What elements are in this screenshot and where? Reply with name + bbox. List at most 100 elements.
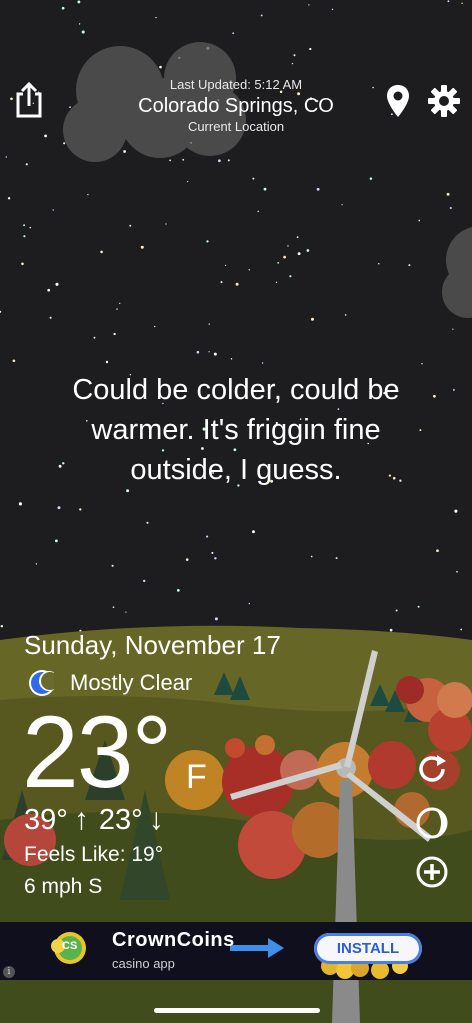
star	[185, 558, 189, 561]
star	[460, 628, 463, 631]
moon-phase-icon	[416, 807, 448, 839]
star	[206, 240, 209, 243]
star	[211, 551, 214, 554]
star	[218, 159, 221, 163]
star	[316, 187, 320, 191]
ad-title[interactable]: CrownCoins	[112, 929, 235, 952]
star	[283, 255, 286, 259]
star	[125, 611, 127, 613]
star	[232, 32, 235, 35]
star	[452, 388, 455, 391]
install-button[interactable]: INSTALL	[314, 933, 422, 964]
star	[159, 65, 162, 69]
crescent-moon-icon	[29, 670, 54, 696]
star	[146, 521, 149, 524]
ad-subtitle: casino app	[112, 956, 175, 971]
star	[208, 323, 210, 325]
star	[220, 281, 223, 284]
star	[206, 535, 209, 538]
star	[275, 281, 278, 283]
star	[105, 360, 109, 364]
star	[452, 328, 454, 330]
star	[100, 250, 103, 254]
star	[230, 358, 233, 360]
star	[113, 332, 116, 336]
weather-quote: Could be colder, could be warmer. It's f…	[30, 370, 442, 490]
settings-button[interactable]	[428, 85, 460, 117]
star	[176, 589, 180, 592]
home-indicator[interactable]	[154, 1008, 320, 1013]
star	[47, 288, 51, 292]
star	[248, 602, 250, 605]
refresh-button[interactable]	[415, 752, 449, 786]
current-location-label: Current Location	[187, 119, 285, 134]
star	[54, 539, 58, 543]
star	[395, 609, 398, 612]
star	[257, 210, 259, 213]
star	[389, 628, 393, 632]
star	[61, 6, 65, 10]
star	[123, 150, 126, 153]
star	[182, 158, 185, 161]
star	[23, 235, 26, 238]
star	[87, 193, 89, 196]
star	[0, 624, 4, 628]
star	[248, 269, 251, 271]
star	[263, 187, 267, 191]
wind-speed: 6 mph S	[24, 875, 103, 898]
star	[140, 245, 144, 249]
star	[331, 8, 334, 11]
star	[252, 177, 255, 180]
star	[296, 236, 299, 239]
add-location-button[interactable]	[415, 855, 449, 889]
star	[77, 0, 81, 4]
condition-text: Mostly Clear	[70, 670, 193, 695]
gear-icon	[428, 85, 460, 117]
star	[81, 30, 85, 34]
high-temp: 39°	[24, 803, 68, 836]
star	[421, 363, 423, 365]
star	[63, 142, 66, 145]
star	[309, 47, 312, 51]
star	[310, 555, 313, 558]
star	[29, 226, 32, 229]
temperature-unit[interactable]: F	[186, 758, 207, 797]
star	[449, 206, 452, 210]
star	[7, 197, 11, 200]
current-temperature: 23°	[22, 695, 172, 809]
star	[155, 16, 157, 19]
moon-phase-button[interactable]	[415, 806, 449, 840]
star	[227, 159, 230, 162]
star	[111, 564, 114, 567]
star	[369, 177, 373, 180]
star	[25, 163, 28, 166]
ad-info-icon[interactable]: i	[3, 966, 15, 978]
star	[119, 302, 121, 305]
star	[378, 263, 380, 265]
star	[143, 579, 146, 583]
star	[277, 262, 280, 264]
star	[310, 317, 315, 321]
star	[129, 224, 132, 227]
star	[418, 219, 421, 222]
refresh-icon	[419, 755, 446, 782]
star	[291, 62, 294, 65]
star	[154, 325, 156, 328]
up-arrow-icon: ↑	[73, 803, 89, 836]
star	[297, 252, 301, 256]
star	[408, 264, 411, 267]
star	[116, 308, 118, 310]
condition-row: Mostly Clear	[28, 668, 192, 698]
star	[165, 223, 167, 225]
star	[214, 617, 218, 621]
star	[224, 264, 227, 267]
star	[341, 204, 343, 206]
star	[306, 249, 310, 252]
star	[287, 245, 289, 247]
star	[446, 192, 450, 196]
star	[461, 2, 463, 4]
high-low-temps: 39° ↑ 23° ↓	[24, 803, 174, 837]
star	[187, 181, 189, 183]
location-button[interactable]	[386, 84, 410, 118]
plus-circle-icon	[416, 856, 448, 888]
